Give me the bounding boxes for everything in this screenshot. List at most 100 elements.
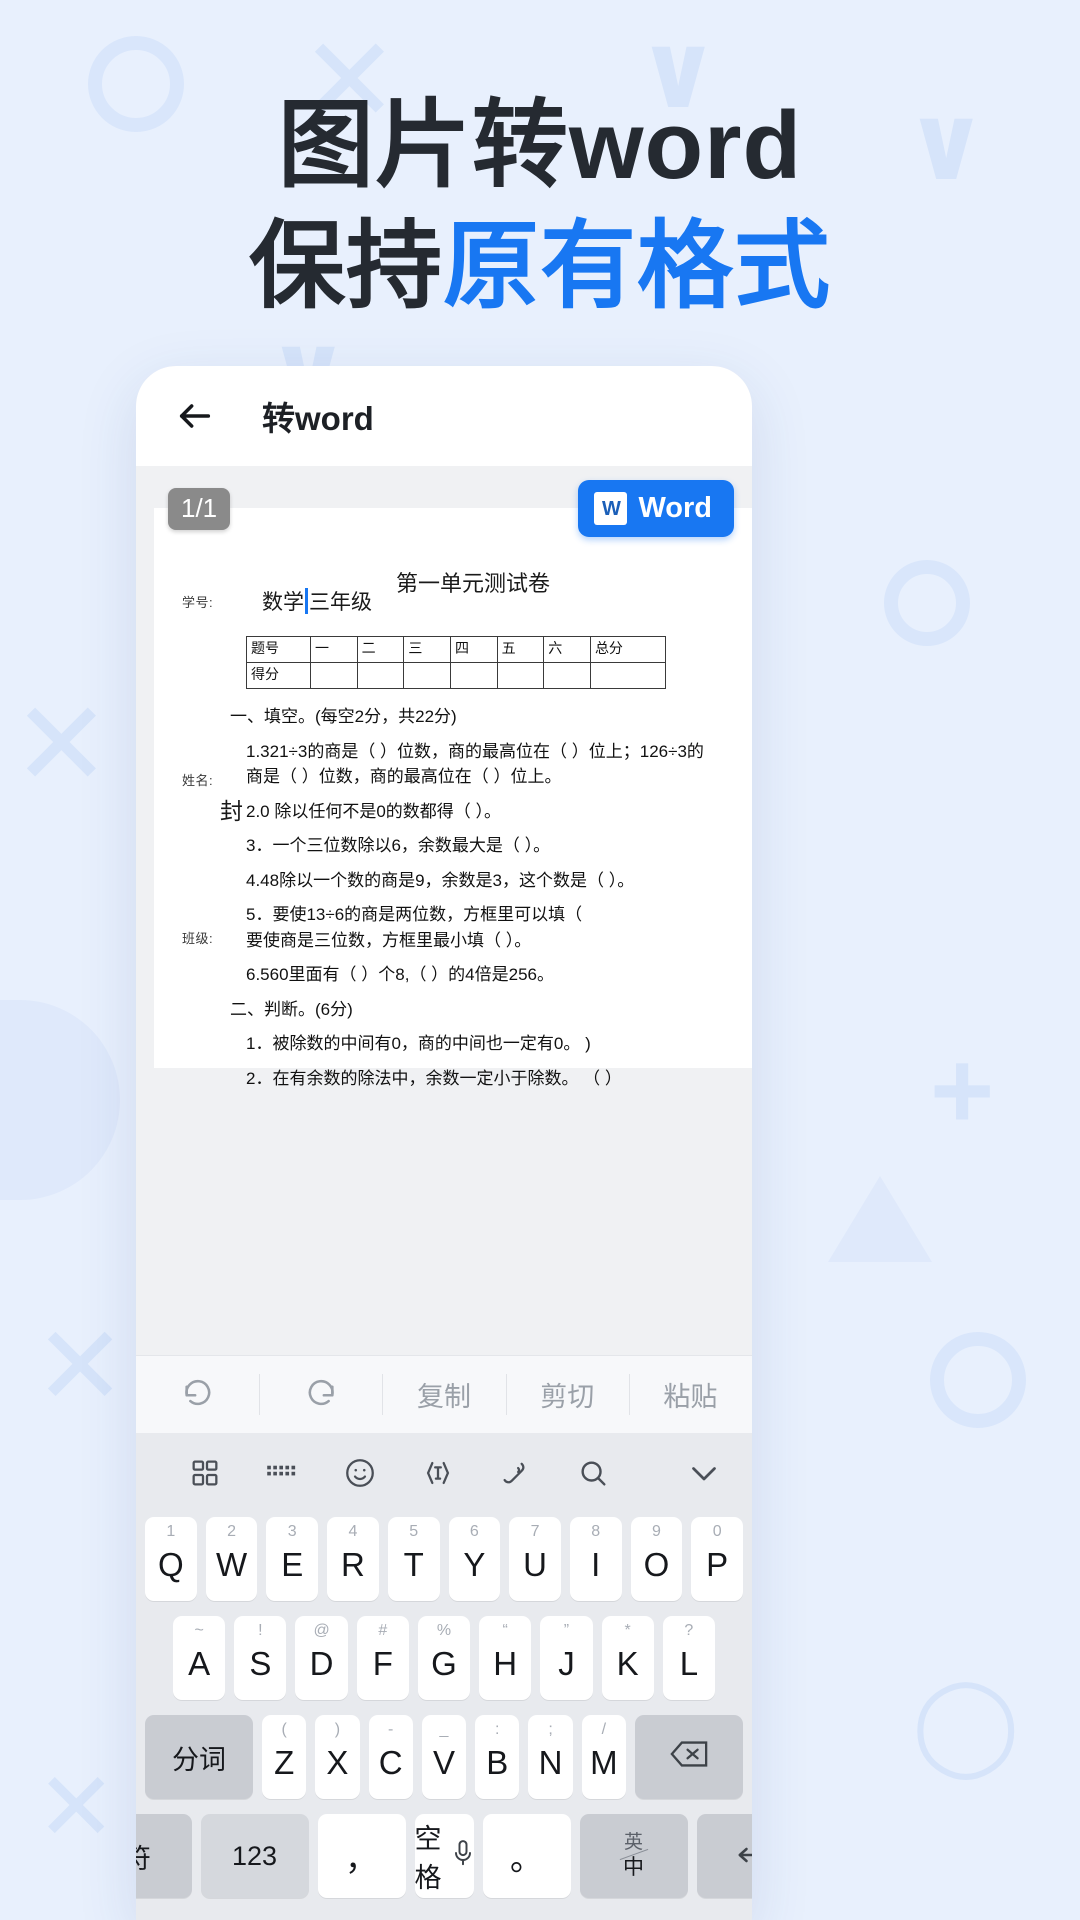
text-caret [305,588,308,614]
deco-triangle [828,1176,932,1262]
key-label: R [341,1546,365,1583]
key-s[interactable]: ! S [234,1616,287,1700]
key-hint: ) [334,1721,341,1738]
key-label: U [523,1546,547,1583]
text-edit-icon[interactable] [399,1456,477,1490]
key-j[interactable]: ” J [540,1616,593,1700]
key-hint: “ [502,1622,508,1639]
key-a[interactable]: ~ A [173,1616,226,1700]
cut-button[interactable]: 剪切 [505,1356,629,1433]
key-label: E [281,1546,304,1583]
key-hint: 5 [409,1523,419,1540]
export-word-button[interactable]: W Word [578,480,734,537]
key-label: H [493,1645,518,1682]
key-enter[interactable] [696,1814,752,1898]
backspace-icon [669,1739,709,1776]
undo-button[interactable] [136,1356,259,1433]
table-cell [589,662,667,689]
key-o[interactable]: 9O [630,1517,683,1601]
back-arrow-icon[interactable] [172,393,218,439]
key-n[interactable]: ; N [528,1715,573,1799]
grid-icon[interactable] [166,1457,244,1489]
key-w[interactable]: 2W [205,1517,258,1601]
key-label: D [309,1645,334,1682]
key-r[interactable]: 4R [327,1517,379,1601]
key-y[interactable]: 6Y [448,1517,501,1601]
subject-text-after-caret: 三年级 [309,591,372,614]
key-label: Z [274,1744,295,1781]
voice-wave-icon[interactable] [477,1456,555,1490]
key-q[interactable]: 1Q [144,1517,197,1601]
table-row: 题号 一 二 三 四 五 六 总分 [246,636,667,663]
question-item: 6.560里面有（ ）个8,（ ）的4倍是256。 [246,965,554,984]
key-x[interactable]: ) X [315,1715,360,1799]
table-cell: 三 [403,636,451,663]
key-space[interactable]: 空格 [414,1814,474,1898]
key-k[interactable]: * K [601,1616,654,1700]
side-label-name: 姓名: [182,773,214,788]
key-label: G [431,1645,457,1682]
emoji-icon[interactable] [321,1456,399,1490]
key-period[interactable]: 。 [482,1814,571,1898]
paste-button[interactable]: 粘贴 [628,1356,752,1433]
table-cell: 题号 [246,636,311,663]
table-row: 得分 [246,662,667,689]
key-label: X [326,1744,349,1781]
score-table: 题号 一 二 三 四 五 六 总分 得分 [246,636,667,689]
table-cell [449,662,498,689]
key-label: M [590,1744,618,1781]
key-label: T [403,1546,424,1583]
key-label: K [616,1645,639,1682]
key-word-segment[interactable]: 分词 [145,1715,254,1799]
key-l[interactable]: ? L [662,1616,715,1700]
question-item: 商是（ ）位数，商的最高位在（ ）位上。 [246,767,562,786]
redo-button[interactable] [259,1356,382,1433]
search-icon[interactable] [554,1456,632,1490]
key-z[interactable]: (Z [262,1715,307,1799]
key-c[interactable]: -C [368,1715,413,1799]
key-hint: * [624,1622,631,1639]
document-title: 第一单元测试卷 [395,571,550,596]
key-hint: : [495,1721,500,1738]
app-bar: 转word [136,366,752,466]
key-hint: # [378,1622,388,1639]
keyboard-icon[interactable] [244,1458,322,1488]
key-hint: 3 [287,1523,297,1540]
section-heading: 二、判断。(6分) [230,999,353,1019]
key-comma[interactable]: ， [317,1814,406,1898]
key-h[interactable]: “H [479,1616,532,1700]
section-heading: 一、填空。(每空2分，共22分) [230,707,457,726]
key-symbols[interactable]: 符 [136,1814,192,1898]
headline-line-1: 图片转word [277,92,803,199]
key-v[interactable]: _ V [421,1715,467,1799]
subject-input-line[interactable]: 数学 三年级 [262,586,372,616]
key-label: W [215,1546,248,1583]
key-t[interactable]: 5T [387,1517,440,1601]
keyboard-row-3: 分词 (Z ) X -C _ V :B ; N / M [145,1715,743,1799]
key-backspace[interactable] [634,1715,743,1799]
question-item: 1.321÷3的商是（ ）位数，商的最高位在（ ）位上；126÷3的 [246,741,704,761]
copy-button[interactable]: 复制 [382,1356,505,1433]
deco-shape [0,1000,120,1200]
key-g[interactable]: % G [417,1616,471,1700]
key-hint: ~ [194,1622,204,1639]
key-p[interactable]: 0P [691,1517,744,1601]
key-i[interactable]: 8I [569,1517,622,1601]
key-d[interactable]: @ D [295,1616,348,1700]
key-label: ， [345,1840,378,1877]
document-preview-area[interactable]: 1/1 W Word 第一单元测试卷 学号: 姓名: 班级: 封 数学 三年级 [136,466,752,1355]
key-e[interactable]: 3E [266,1517,319,1601]
key-label-en: 英 [623,1831,643,1853]
key-label: L [679,1645,699,1682]
key-b[interactable]: :B [475,1715,520,1799]
chevron-down-icon[interactable] [632,1455,722,1491]
key-numeric[interactable]: 123 [200,1814,309,1898]
key-f[interactable]: # F [356,1616,409,1700]
question-item: 4.48除以一个数的商是9，余数是3，这个数是（ ）。 [246,870,635,890]
seal-character: 封 [220,798,243,824]
key-u[interactable]: 7U [509,1517,561,1601]
key-m[interactable]: / M [581,1715,626,1799]
promo-headline: 图片转word 保持原有格式 [0,92,1080,323]
keyboard-row-1: 1Q 2W 3E 4R 5T 6Y 7U 8I 9O 0P [144,1517,744,1601]
key-language-toggle[interactable]: 英 中 [579,1814,688,1898]
